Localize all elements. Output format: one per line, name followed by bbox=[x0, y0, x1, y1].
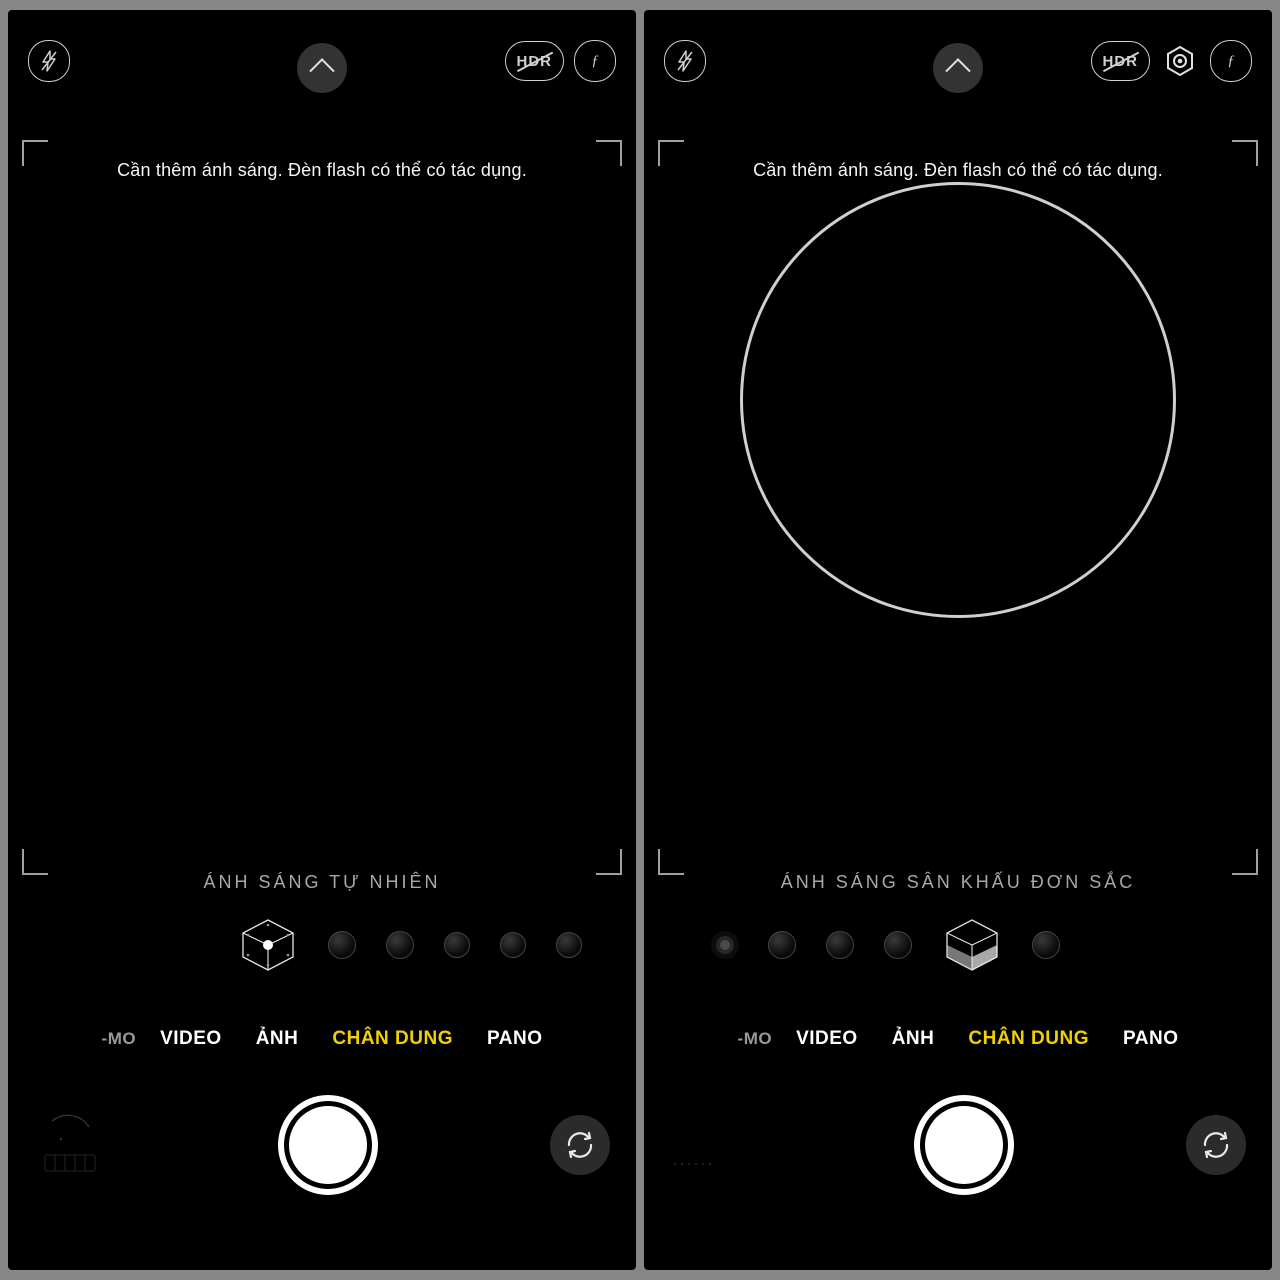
lighting-effect-label: ÁNH SÁNG TỰ NHIÊN bbox=[8, 872, 636, 893]
phone-screen-left: HDR ƒ Cần thêm ánh sáng. Đèn flash có th… bbox=[8, 10, 636, 1270]
shutter-button[interactable] bbox=[278, 1095, 378, 1195]
shutter-button[interactable] bbox=[914, 1095, 1014, 1195]
lighting-option[interactable] bbox=[826, 931, 854, 959]
hdr-toggle[interactable]: HDR bbox=[505, 41, 565, 81]
flip-camera-button[interactable] bbox=[1186, 1115, 1246, 1175]
mode-portrait[interactable]: CHÂN DUNG bbox=[968, 1028, 1089, 1050]
flip-camera-button[interactable] bbox=[550, 1115, 610, 1175]
mode-pano[interactable]: PANO bbox=[487, 1028, 542, 1050]
chevron-up-icon[interactable] bbox=[933, 43, 983, 93]
mode-video[interactable]: VIDEO bbox=[160, 1028, 222, 1050]
filters-icon[interactable]: ƒ bbox=[574, 40, 616, 82]
low-light-warning: Cần thêm ánh sáng. Đèn flash có thể có t… bbox=[644, 160, 1272, 181]
mode-portrait[interactable]: CHÂN DUNG bbox=[332, 1028, 453, 1050]
mode-slomo[interactable]: -MO bbox=[738, 1029, 773, 1049]
lighting-effect-picker[interactable] bbox=[8, 910, 636, 980]
lighting-option[interactable] bbox=[444, 932, 470, 958]
hdr-toggle[interactable]: HDR bbox=[1091, 41, 1151, 81]
viewfinder-frame bbox=[22, 140, 622, 875]
lighting-option[interactable] bbox=[884, 931, 912, 959]
lighting-option[interactable] bbox=[500, 932, 526, 958]
lighting-cube-stage-mono[interactable] bbox=[942, 915, 1002, 975]
mode-photo[interactable]: ẢNH bbox=[892, 1028, 935, 1050]
low-light-warning: Cần thêm ánh sáng. Đèn flash có thể có t… bbox=[8, 160, 636, 181]
camera-modes[interactable]: -MO VIDEO ẢNH CHÂN DUNG PANO bbox=[8, 1028, 636, 1050]
last-photo-thumbnail[interactable] bbox=[670, 1109, 742, 1181]
flash-off-icon[interactable] bbox=[664, 40, 706, 82]
lighting-cube-natural[interactable] bbox=[238, 915, 298, 975]
lighting-option[interactable] bbox=[712, 932, 738, 958]
lighting-option[interactable] bbox=[1032, 931, 1060, 959]
portrait-crop-circle bbox=[740, 182, 1176, 618]
lighting-option[interactable] bbox=[556, 932, 582, 958]
mode-video[interactable]: VIDEO bbox=[796, 1028, 858, 1050]
last-photo-thumbnail[interactable] bbox=[34, 1107, 106, 1183]
lighting-effect-picker[interactable] bbox=[644, 910, 1272, 980]
lighting-effect-label: ÁNH SÁNG SÂN KHẤU ĐƠN SẮC bbox=[644, 872, 1272, 893]
flash-off-icon[interactable] bbox=[28, 40, 70, 82]
mode-slomo[interactable]: -MO bbox=[102, 1029, 137, 1049]
phone-screen-right: HDR ƒ Cần thêm ánh sáng. Đèn flash có th… bbox=[644, 10, 1272, 1270]
mode-pano[interactable]: PANO bbox=[1123, 1028, 1178, 1050]
lighting-option[interactable] bbox=[328, 931, 356, 959]
camera-modes[interactable]: -MO VIDEO ẢNH CHÂN DUNG PANO bbox=[644, 1028, 1272, 1050]
shutter-row bbox=[8, 1095, 636, 1195]
chevron-up-icon[interactable] bbox=[297, 43, 347, 93]
shutter-row bbox=[644, 1095, 1272, 1195]
filters-icon[interactable]: ƒ bbox=[1210, 40, 1252, 82]
live-photo-icon[interactable] bbox=[1160, 41, 1200, 81]
lighting-option[interactable] bbox=[386, 931, 414, 959]
mode-photo[interactable]: ẢNH bbox=[256, 1028, 299, 1050]
lighting-option[interactable] bbox=[768, 931, 796, 959]
